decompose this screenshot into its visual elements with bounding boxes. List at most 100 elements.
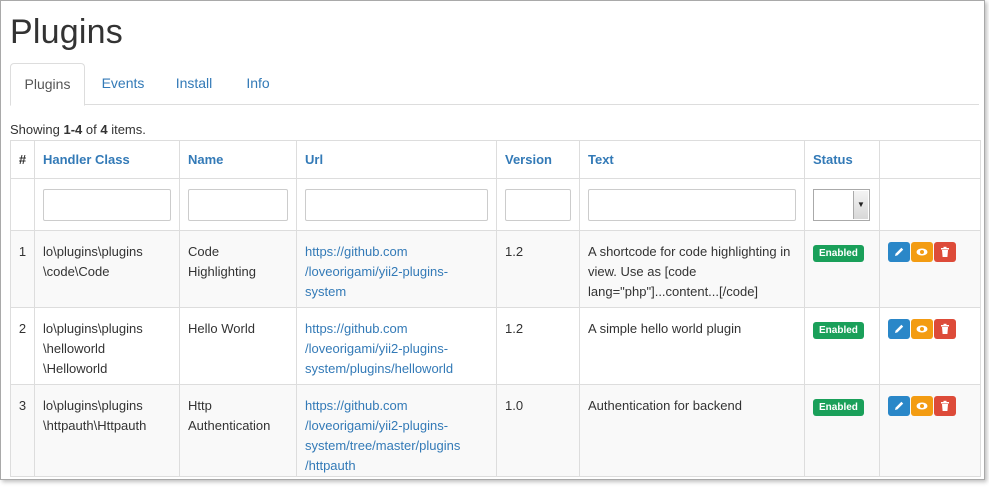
status-cell: Enabled xyxy=(804,230,880,308)
view-button[interactable] xyxy=(911,396,933,416)
edit-button[interactable] xyxy=(888,319,910,339)
text-line: A shortcode for code highlighting in xyxy=(588,244,791,259)
version-cell: 1.2 xyxy=(496,230,580,308)
pencil-icon xyxy=(895,401,904,410)
filter-name-input[interactable] xyxy=(188,188,288,221)
view-button[interactable] xyxy=(911,319,933,339)
text-line: A simple hello world plugin xyxy=(588,321,742,336)
filter-handler-input[interactable] xyxy=(43,188,171,221)
eye-icon xyxy=(916,248,928,256)
summary-total: 4 xyxy=(100,122,108,137)
text-cell: A shortcode for code highlighting in view… xyxy=(579,230,805,308)
text-cell: A simple hello world plugin xyxy=(579,307,805,385)
actions-cell xyxy=(879,230,981,308)
status-badge: Enabled xyxy=(813,322,864,339)
view-button[interactable] xyxy=(911,242,933,262)
tab-bar: Plugins Events Install Info xyxy=(10,63,979,106)
filter-cell-empty xyxy=(10,178,35,231)
eye-icon xyxy=(916,325,928,333)
text-cell: Authentication for backend xyxy=(579,384,805,477)
torn-edge xyxy=(1,471,985,480)
delete-button[interactable] xyxy=(934,319,956,339)
tab-install[interactable]: Install xyxy=(162,63,226,103)
url-cell: https://github.com/loveorigami/yii2-plug… xyxy=(296,384,497,477)
tab-events[interactable]: Events xyxy=(90,63,156,103)
page-title: Plugins xyxy=(10,13,123,51)
status-badge: Enabled xyxy=(813,399,864,416)
filter-status-select[interactable]: ▼ xyxy=(813,188,870,221)
col-actions xyxy=(879,140,981,179)
handler-line: \code\Code xyxy=(43,264,110,279)
pencil-icon xyxy=(895,247,904,256)
url-line[interactable]: system xyxy=(305,282,488,302)
version-cell: 1.2 xyxy=(496,307,580,385)
trash-icon xyxy=(941,400,949,411)
actions-cell xyxy=(879,307,981,385)
text-line: view. Use as [code xyxy=(588,264,697,279)
handler-line: \httpauth\Httpauth xyxy=(43,418,147,433)
plugins-table: # Handler Class Name Url Version Text St… xyxy=(10,140,981,477)
url-line[interactable]: /loveorigami/yii2-plugins- xyxy=(305,262,488,282)
handler-class-cell: lo\plugins\plugins \code\Code xyxy=(34,230,180,308)
status-cell: Enabled xyxy=(804,384,880,477)
col-text[interactable]: Text xyxy=(579,140,805,179)
name-line: Http xyxy=(188,398,212,413)
plugins-page: Plugins Plugins Events Install Info Show… xyxy=(0,0,985,480)
delete-button[interactable] xyxy=(934,396,956,416)
eye-icon xyxy=(916,402,928,410)
edit-button[interactable] xyxy=(888,242,910,262)
status-cell: Enabled xyxy=(804,307,880,385)
name-line: Highlighting xyxy=(188,264,256,279)
text-line: Authentication for backend xyxy=(588,398,742,413)
url-line[interactable]: system/tree/master/plugins xyxy=(305,436,488,456)
filter-cell-empty xyxy=(879,178,981,231)
caret-down-icon: ▼ xyxy=(853,190,868,219)
filter-row: ▼ xyxy=(10,178,981,231)
header-row: # Handler Class Name Url Version Text St… xyxy=(10,140,981,179)
col-name[interactable]: Name xyxy=(179,140,297,179)
url-line[interactable]: https://github.com xyxy=(305,319,488,339)
name-line: Authentication xyxy=(188,418,271,433)
col-url[interactable]: Url xyxy=(296,140,497,179)
name-line: Hello World xyxy=(188,321,255,336)
url-line[interactable]: /loveorigami/yii2-plugins- xyxy=(305,339,488,359)
summary-range: 1-4 xyxy=(63,122,83,137)
handler-line: \Helloworld xyxy=(43,361,108,376)
handler-class-cell: lo\plugins\plugins \httpauth\Httpauth xyxy=(34,384,180,477)
status-badge: Enabled xyxy=(813,245,864,262)
url-line[interactable]: system/plugins/helloworld xyxy=(305,359,488,379)
trash-icon xyxy=(941,246,949,257)
url-cell: https://github.com/loveorigami/yii2-plug… xyxy=(296,307,497,385)
edit-button[interactable] xyxy=(888,396,910,416)
col-status[interactable]: Status xyxy=(804,140,880,179)
text-line: lang="php"]...content...[/code] xyxy=(588,284,759,299)
row-number: 1 xyxy=(10,230,35,308)
name-cell: Code Highlighting xyxy=(179,230,297,308)
table-row: 1 lo\plugins\plugins \code\Code Code Highlig… xyxy=(10,230,981,308)
filter-url-input[interactable] xyxy=(305,188,488,221)
handler-line: lo\plugins\plugins xyxy=(43,398,143,413)
table-row: 2 lo\plugins\plugins \helloworld \Helloworl… xyxy=(10,307,981,385)
version-cell: 1.0 xyxy=(496,384,580,477)
handler-line: lo\plugins\plugins xyxy=(43,321,143,336)
col-handler-class[interactable]: Handler Class xyxy=(34,140,180,179)
trash-icon xyxy=(941,323,949,334)
url-line[interactable]: https://github.com xyxy=(305,396,488,416)
col-version[interactable]: Version xyxy=(496,140,580,179)
tab-plugins[interactable]: Plugins xyxy=(10,63,85,106)
handler-line: lo\plugins\plugins xyxy=(43,244,143,259)
actions-cell xyxy=(879,384,981,477)
filter-text-input[interactable] xyxy=(588,188,796,221)
delete-button[interactable] xyxy=(934,242,956,262)
url-line[interactable]: /loveorigami/yii2-plugins- xyxy=(305,416,488,436)
handler-line: \helloworld xyxy=(43,341,106,356)
tab-info[interactable]: Info xyxy=(234,63,282,103)
name-cell: Hello World xyxy=(179,307,297,385)
table-row: 3 lo\plugins\plugins \httpauth\Httpauth Htt… xyxy=(10,384,981,477)
url-line[interactable]: https://github.com xyxy=(305,242,488,262)
pencil-icon xyxy=(895,324,904,333)
filter-version-input[interactable] xyxy=(505,188,571,221)
name-cell: Http Authentication xyxy=(179,384,297,477)
url-cell: https://github.com/loveorigami/yii2-plug… xyxy=(296,230,497,308)
row-number: 2 xyxy=(10,307,35,385)
